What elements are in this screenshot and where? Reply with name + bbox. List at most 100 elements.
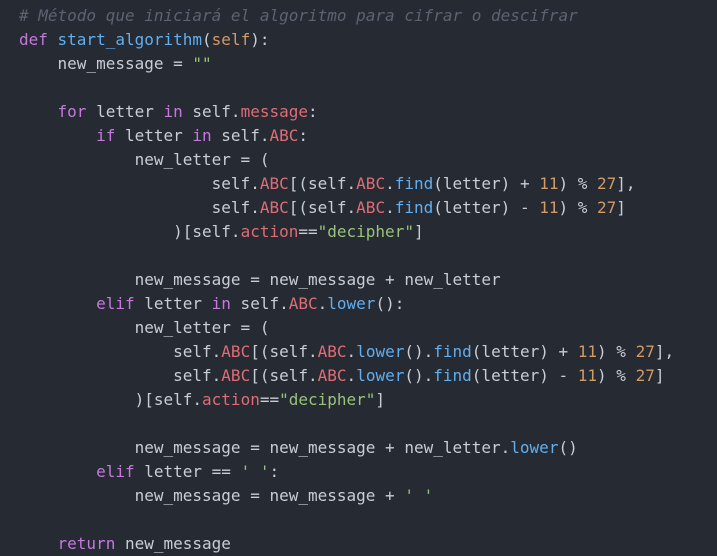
code-token-num: 27 xyxy=(597,198,617,217)
code-token-num: 27 xyxy=(635,342,655,361)
code-token-plain: : xyxy=(298,126,308,145)
code-token-plain: ) % xyxy=(597,342,636,361)
code-token-attr: ABC xyxy=(288,294,318,313)
code-token-fn: lower xyxy=(356,342,405,361)
code-line[interactable]: elif letter == ' ': xyxy=(19,460,717,484)
code-token-kw: return xyxy=(57,534,116,553)
code-token-plain: (): xyxy=(375,294,405,313)
code-token-fn: find xyxy=(394,174,434,193)
code-line[interactable]: elif letter in self.ABC.lower(): xyxy=(19,292,717,316)
code-token-attr: ABC xyxy=(317,342,347,361)
code-line[interactable] xyxy=(19,508,717,532)
code-token-plain: letter == xyxy=(134,462,241,481)
code-token-attr: ABC xyxy=(259,198,289,217)
code-token-param: self xyxy=(211,30,251,49)
code-line[interactable]: new_message = new_message + new_letter xyxy=(19,268,717,292)
code-token-plain: ( xyxy=(202,30,212,49)
code-line[interactable]: new_letter = ( xyxy=(19,316,717,340)
code-line[interactable]: )[self.action=="decipher"] xyxy=(19,220,717,244)
code-line[interactable]: if letter in self.ABC: xyxy=(19,124,717,148)
code-token-kw: elif xyxy=(96,462,135,481)
code-line[interactable]: self.ABC[(self.ABC.lower().find(letter) … xyxy=(19,364,717,388)
code-token-comment: # Método que iniciará el algoritmo para … xyxy=(19,6,578,25)
code-token-plain: ] xyxy=(616,198,626,217)
code-token-plain: (). xyxy=(404,342,434,361)
code-token-plain: : xyxy=(269,462,280,481)
code-token-plain: self. xyxy=(19,174,260,193)
code-token-plain: ) % xyxy=(558,198,598,217)
code-token-plain: new_message = new_message + xyxy=(19,486,405,505)
code-line[interactable] xyxy=(19,76,717,100)
code-token-plain: new_message = xyxy=(19,54,193,73)
code-token-plain: : xyxy=(308,102,318,121)
code-line[interactable] xyxy=(19,244,717,268)
code-token-plain: ) % xyxy=(558,174,598,193)
code-token-str: ' ' xyxy=(240,462,270,481)
code-token-plain: == xyxy=(259,390,280,409)
code-line[interactable]: self.ABC[(self.ABC.lower().find(letter) … xyxy=(19,340,717,364)
code-token-attr: action xyxy=(240,222,299,241)
code-token-plain: self. xyxy=(211,126,270,145)
code-token-str: "" xyxy=(192,54,212,73)
code-token-plain: (). xyxy=(404,366,434,385)
code-token-plain: ] xyxy=(654,366,665,385)
code-token-attr: action xyxy=(202,390,260,409)
code-line[interactable]: for letter in self.message: xyxy=(19,100,717,124)
code-token-plain: new_message xyxy=(115,534,231,553)
code-token-num: 11 xyxy=(577,366,598,385)
code-token-plain: new_message = new_message + new_letter xyxy=(19,270,501,289)
code-editor[interactable]: # Método que iniciará el algoritmo para … xyxy=(0,0,717,554)
code-token-plain: (letter) + xyxy=(433,174,540,193)
code-token-plain: [(self. xyxy=(288,198,357,217)
code-token-plain: letter xyxy=(134,294,212,313)
code-token-plain: ): xyxy=(250,30,270,49)
code-line[interactable] xyxy=(19,412,717,436)
code-token-num: 27 xyxy=(635,366,655,385)
code-token-plain: [(self. xyxy=(288,174,357,193)
code-token-plain: self. xyxy=(19,198,260,217)
code-token-plain: ], xyxy=(654,342,675,361)
code-token-plain: [(self. xyxy=(250,342,318,361)
code-token-fn: lower xyxy=(510,438,559,457)
code-token-str: "decipher" xyxy=(279,390,376,409)
code-line[interactable]: )[self.action=="decipher"] xyxy=(19,388,717,412)
code-line[interactable]: return new_message xyxy=(19,532,717,556)
code-line[interactable]: new_message = new_message + ' ' xyxy=(19,484,717,508)
code-line[interactable]: # Método que iniciará el algoritmo para … xyxy=(19,4,717,28)
code-line[interactable]: new_letter = ( xyxy=(19,148,717,172)
code-token-kw: if xyxy=(96,126,116,145)
code-token-plain: letter xyxy=(115,126,193,145)
code-token-attr: message xyxy=(240,102,308,121)
code-token-kw: def xyxy=(19,30,58,49)
code-token-plain: new_message = new_message + new_letter. xyxy=(19,438,511,457)
code-token-plain: . xyxy=(346,366,357,385)
code-token-plain: . xyxy=(346,342,357,361)
code-token-plain: ], xyxy=(616,174,636,193)
code-token-plain: (letter) + xyxy=(471,342,578,361)
code-token-plain: )[self. xyxy=(19,222,241,241)
code-token-plain: ] xyxy=(375,390,386,409)
code-area[interactable]: # Método que iniciará el algoritmo para … xyxy=(19,4,717,556)
code-token-kw: in xyxy=(211,294,231,313)
code-line[interactable]: def start_algorithm(self): xyxy=(19,28,717,52)
code-token-attr: ABC xyxy=(221,366,251,385)
code-token-num: 11 xyxy=(577,342,598,361)
code-token-attr: ABC xyxy=(317,366,347,385)
code-token-plain: self. xyxy=(230,294,289,313)
code-token-plain: ) % xyxy=(597,366,636,385)
code-token-attr: ABC xyxy=(259,174,289,193)
code-token-plain: )[self. xyxy=(19,390,203,409)
code-line[interactable]: new_message = "" xyxy=(19,52,717,76)
code-token-attr: ABC xyxy=(356,174,386,193)
code-line[interactable]: self.ABC[(self.ABC.find(letter) - 11) % … xyxy=(19,196,717,220)
code-token-plain: () xyxy=(558,438,578,457)
code-token-plain: ] xyxy=(413,222,424,241)
code-token-fn: start_algorithm xyxy=(57,30,203,49)
code-token-num: 11 xyxy=(539,198,559,217)
code-line[interactable]: self.ABC[(self.ABC.find(letter) + 11) % … xyxy=(19,172,717,196)
code-line[interactable]: new_message = new_message + new_letter.l… xyxy=(19,436,717,460)
